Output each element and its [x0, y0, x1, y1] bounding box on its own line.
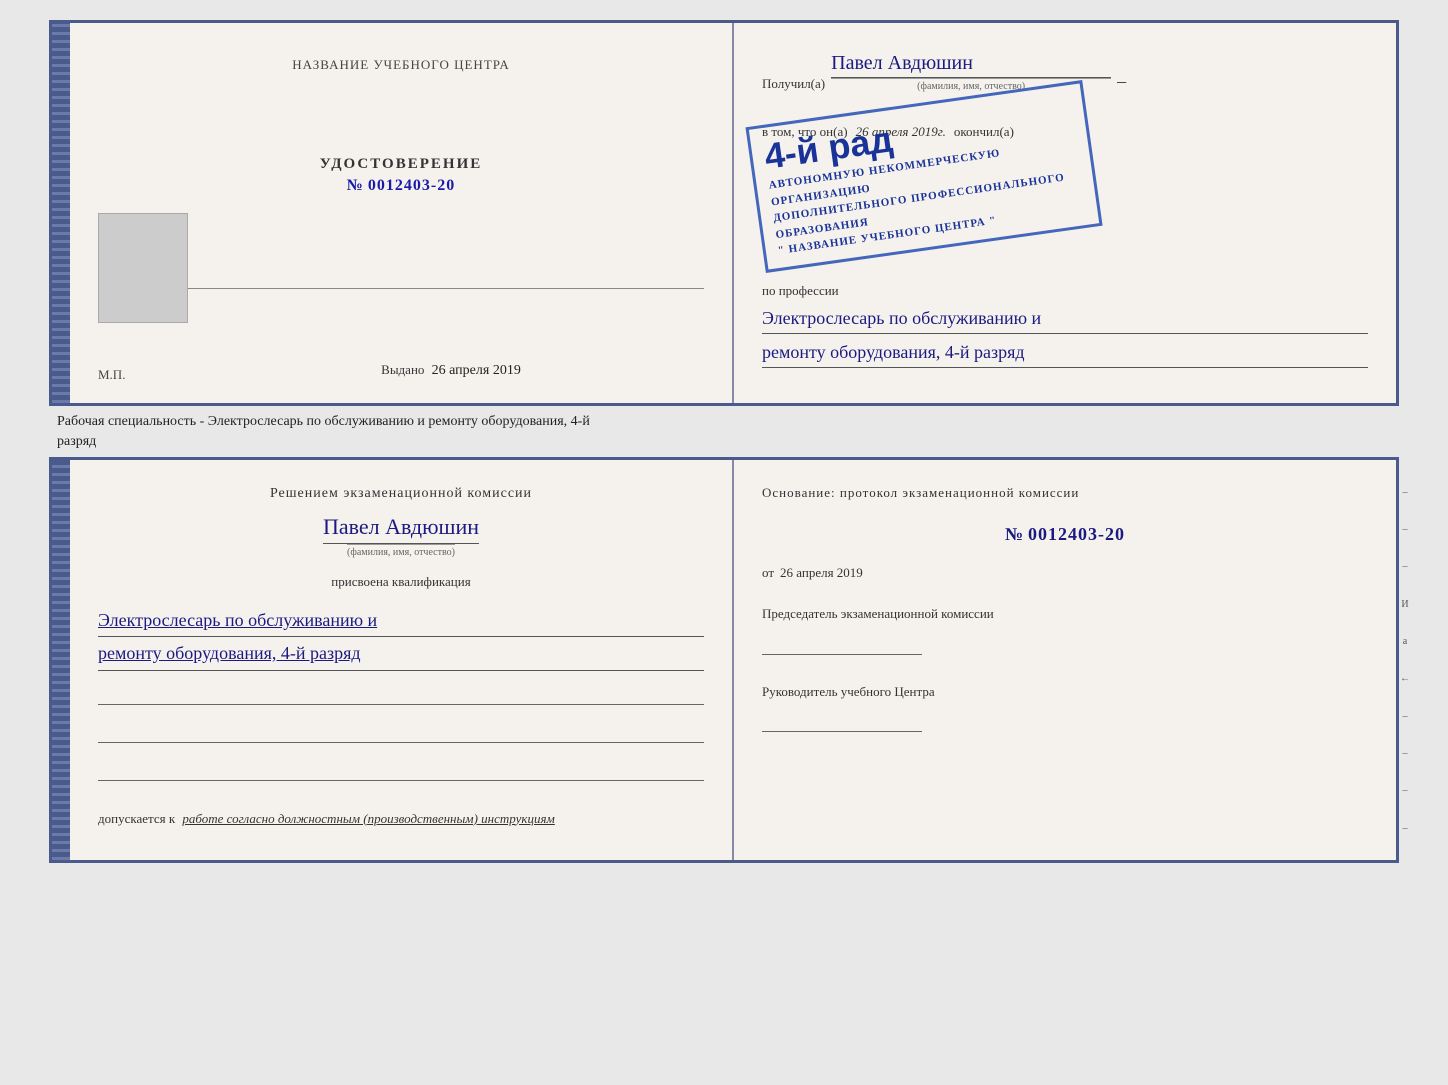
bottom-name: Павел Авдюшин [323, 514, 479, 544]
rukovoditel-title: Руководитель учебного Центра [762, 683, 1368, 701]
osnovanie-title: Основание: протокол экзаменационной коми… [762, 484, 1368, 502]
bottom-booklet: Решением экзаменационной комиссии Павел … [49, 457, 1399, 863]
protocol-num-prefix: № [1005, 524, 1024, 545]
blank-line-2 [98, 723, 704, 743]
middle-text: Рабочая специальность - Электрослесарь п… [49, 412, 1399, 451]
udostoverenie-label: УДОСТОВЕРЕНИЕ [320, 156, 483, 173]
top-right-page: Получил(а) Павел Авдюшин (фамилия, имя, … [734, 23, 1396, 403]
photo-placeholder [98, 213, 188, 323]
profession-line2: ремонту оборудования, 4-й разряд [762, 338, 1368, 368]
stamp-block: 4-й рад АВТОНОМНУЮ НЕКОММЕРЧЕСКУЮ ОРГАНИ… [745, 80, 1102, 272]
profession-line1: Электрослесарь по обслуживанию и [762, 304, 1368, 334]
middle-text-line1: Рабочая специальность - Электрослесарь п… [57, 412, 1399, 432]
vydano-date: 26 апреля 2019 [432, 363, 521, 378]
resheniem-title: Решением экзаменационной комиссии [98, 484, 704, 504]
protocol-number-block: № 0012403-20 [762, 524, 1368, 545]
dopuskaetsya-block: допускается к работе согласно должностны… [98, 811, 704, 827]
fio-hint-bottom: (фамилия, имя, отчество) [347, 544, 455, 558]
ot-prefix: от [762, 565, 774, 581]
bottom-left-page: Решением экзаменационной комиссии Павел … [70, 460, 734, 860]
rukovoditel-sign-line [762, 707, 922, 732]
poluchil-name: Павел Авдюшин [831, 52, 1111, 78]
po-professii-block: по профессии Электрослесарь по обслужива… [762, 282, 1368, 368]
kvalif-block: Электрослесарь по обслуживанию и ремонту… [98, 604, 704, 671]
top-booklet: НАЗВАНИЕ УЧЕБНОГО ЦЕНТРА УДОСТОВЕРЕНИЕ №… [49, 20, 1399, 406]
top-left-title: НАЗВАНИЕ УЧЕБНОГО ЦЕНТРА [292, 57, 509, 73]
kvalif-line1: Электрослесарь по обслуживанию и [98, 604, 704, 637]
number-prefix: № [347, 177, 364, 195]
middle-text-line2: разряд [57, 432, 1399, 452]
blank-line-1 [98, 685, 704, 705]
top-booklet-spine [52, 23, 70, 403]
po-professii-label: по профессии [762, 283, 839, 298]
ot-line: от 26 апреля 2019 [762, 565, 1368, 581]
bottom-right-page: Основание: протокол экзаменационной коми… [734, 460, 1396, 860]
top-left-page: НАЗВАНИЕ УЧЕБНОГО ЦЕНТРА УДОСТОВЕРЕНИЕ №… [70, 23, 734, 403]
udostoverenie-block: УДОСТОВЕРЕНИЕ № 0012403-20 [320, 156, 483, 195]
udostoverenie-number: 0012403-20 [368, 177, 455, 195]
vydano-line: Выдано 26 апреля 2019 [381, 362, 521, 379]
ot-date: 26 апреля 2019 [780, 565, 863, 581]
bottom-booklet-spine [52, 460, 70, 860]
name-block-bottom: Павел Авдюшин (фамилия, имя, отчество) [98, 514, 704, 558]
vydano-label: Выдано [381, 362, 424, 377]
dopuskaetsya-value: работе согласно должностным (производств… [182, 811, 554, 826]
prisvoena-label: присвоена квалификация [98, 574, 704, 590]
blank-line-3 [98, 761, 704, 781]
protocol-number: 0012403-20 [1028, 524, 1125, 545]
dopuskaetsya-prefix: допускается к [98, 811, 175, 826]
document-wrapper: НАЗВАНИЕ УЧЕБНОГО ЦЕНТРА УДОСТОВЕРЕНИЕ №… [49, 20, 1399, 863]
predsedatel-title: Председатель экзаменационной комиссии [762, 605, 1368, 623]
poluchil-label: Получил(а) [762, 76, 825, 92]
predsedatel-block: Председатель экзаменационной комиссии [762, 605, 1368, 654]
kvalif-line2: ремонту оборудования, 4-й разряд [98, 637, 704, 670]
rukovoditel-block: Руководитель учебного Центра [762, 683, 1368, 732]
predsedatel-sign-line [762, 630, 922, 655]
right-marks-bottom: – – – И а ← – – – – [1398, 460, 1412, 860]
mp-label: М.П. [98, 367, 125, 383]
